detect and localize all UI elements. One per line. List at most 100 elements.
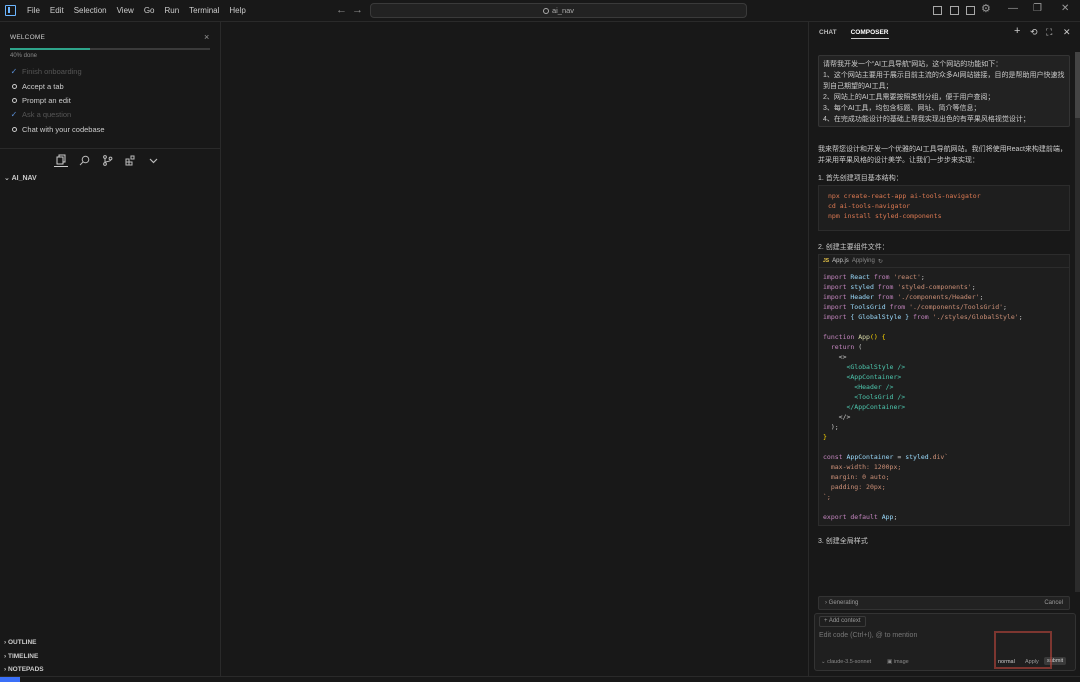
composer-input-placeholder[interactable]: Edit code (Ctrl+I), @ to mention bbox=[819, 632, 917, 639]
code-token: 'styled-components' bbox=[893, 283, 972, 291]
tab-composer[interactable]: COMPOSER bbox=[850, 29, 889, 39]
code-line: npx create-react-app ai-tools-navigator bbox=[828, 192, 981, 200]
chevron-down-icon: ⌄ bbox=[4, 175, 12, 182]
step-label: Accept a tab bbox=[22, 82, 64, 91]
title-bar: File Edit Selection View Go Run Terminal… bbox=[0, 0, 1080, 22]
menu-file[interactable]: File bbox=[22, 0, 45, 22]
app-logo-icon bbox=[5, 5, 16, 16]
history-icon[interactable]: ⟲ bbox=[1030, 27, 1038, 38]
code-token: <Header /> bbox=[823, 383, 894, 391]
code-token: import bbox=[823, 293, 847, 301]
menu-selection[interactable]: Selection bbox=[69, 0, 112, 22]
divider bbox=[0, 148, 220, 149]
assistant-intro: 我来帮您设计和开发一个优雅的AI工具导航网站。我们将使用React来构建前端，并… bbox=[818, 146, 1067, 164]
section-notepads[interactable]: › NOTEPADS bbox=[4, 666, 44, 673]
section-timeline[interactable]: › TIMELINE bbox=[4, 653, 38, 660]
step-heading: 2. 创建主要组件文件： bbox=[818, 244, 889, 251]
explorer-root-folder[interactable]: ⌄ AI_NAV bbox=[4, 174, 37, 182]
code-token: max-width: 1200px; bbox=[823, 463, 902, 471]
file-header[interactable]: JS App.js Applying ↻ bbox=[819, 255, 1069, 268]
onboarding-progress-bar bbox=[10, 48, 210, 50]
code-token: import bbox=[823, 273, 847, 281]
code-token: from bbox=[873, 273, 890, 281]
model-select[interactable]: ⌄ claude-3.5-sonnet bbox=[821, 659, 871, 665]
scrollbar-track[interactable] bbox=[1075, 52, 1080, 592]
code-token: React bbox=[846, 273, 874, 281]
command-center-search[interactable]: ai_nav bbox=[370, 3, 747, 18]
code-token: = bbox=[893, 453, 906, 461]
chevron-down-icon[interactable] bbox=[146, 153, 160, 167]
step-label: Ask a question bbox=[22, 110, 72, 119]
forward-arrow-icon[interactable]: → bbox=[352, 4, 363, 16]
step-label: Chat with your codebase bbox=[22, 125, 105, 134]
step-finish-onboarding[interactable]: ✓ Finish onboarding bbox=[10, 67, 82, 76]
code-token: </AppContainer> bbox=[823, 403, 906, 411]
code-token: from bbox=[877, 293, 894, 301]
code-token: () { bbox=[869, 333, 886, 341]
generating-label: Generating bbox=[828, 600, 859, 606]
code-token: import bbox=[823, 303, 847, 311]
workspace-name: ai_nav bbox=[551, 6, 575, 15]
code-token: .div` bbox=[928, 453, 949, 461]
step-chat-codebase[interactable]: Chat with your codebase bbox=[10, 125, 105, 134]
close-window-icon[interactable]: ✕ bbox=[1061, 3, 1069, 14]
toggle-panel-icon[interactable] bbox=[950, 6, 959, 15]
minimize-icon[interactable]: — bbox=[1008, 3, 1018, 14]
remote-indicator[interactable] bbox=[0, 677, 20, 682]
cancel-button[interactable]: Cancel bbox=[1044, 599, 1063, 608]
step-ask-question[interactable]: ✓ Ask a question bbox=[10, 110, 72, 119]
welcome-close-icon[interactable]: × bbox=[204, 32, 209, 42]
expand-icon[interactable]: ⛶ bbox=[1046, 27, 1052, 38]
step-label: Finish onboarding bbox=[22, 67, 82, 76]
back-arrow-icon[interactable]: ← bbox=[336, 4, 347, 16]
menu-help[interactable]: Help bbox=[224, 0, 250, 22]
code-token: import bbox=[823, 283, 847, 291]
code-token: <> bbox=[823, 353, 847, 361]
settings-gear-icon[interactable]: ⚙ bbox=[981, 2, 991, 15]
code-content: import React from 'react'; import styled… bbox=[819, 268, 1069, 526]
menu-go[interactable]: Go bbox=[139, 0, 160, 22]
code-token: import bbox=[823, 313, 847, 321]
image-button[interactable]: ▣ image bbox=[887, 659, 909, 665]
extensions-icon[interactable] bbox=[123, 153, 137, 167]
composer-panel: CHAT COMPOSER + ⟲ ⛶ ✕ 请帮我开发一个“AI工具导航”网站，… bbox=[808, 22, 1080, 676]
tab-chat[interactable]: CHAT bbox=[819, 29, 837, 39]
scrollbar-thumb[interactable] bbox=[1075, 52, 1080, 118]
check-icon: ✓ bbox=[10, 110, 18, 119]
js-file-icon: JS bbox=[823, 258, 830, 264]
code-token: 'react' bbox=[889, 273, 921, 281]
step-prompt-edit[interactable]: Prompt an edit bbox=[10, 96, 71, 105]
files-icon[interactable] bbox=[54, 153, 68, 167]
menu-run[interactable]: Run bbox=[159, 0, 184, 22]
new-composer-icon[interactable]: + bbox=[1014, 25, 1020, 37]
activity-icons bbox=[54, 153, 160, 167]
image-icon: ▣ bbox=[887, 659, 894, 665]
search-icon[interactable] bbox=[77, 153, 91, 167]
user-message: 请帮我开发一个“AI工具导航”网站，这个网站的功能如下： 1、这个网站主要用于展… bbox=[818, 55, 1070, 127]
code-token: from bbox=[877, 283, 894, 291]
code-token: function bbox=[823, 333, 855, 341]
code-line: npm install styled-components bbox=[828, 212, 942, 220]
user-message-line: 2、网站上的AI工具需要按照类别分组，便于用户查阅； bbox=[823, 94, 995, 101]
circle-icon bbox=[11, 127, 17, 132]
menu-terminal[interactable]: Terminal bbox=[184, 0, 224, 22]
source-control-icon[interactable] bbox=[100, 153, 114, 167]
circle-icon bbox=[11, 84, 17, 89]
menu-view[interactable]: View bbox=[112, 0, 139, 22]
code-token: ; bbox=[1003, 303, 1007, 311]
add-context-button[interactable]: + Add context bbox=[819, 616, 866, 627]
restore-icon[interactable]: ❐ bbox=[1033, 3, 1042, 14]
section-outline[interactable]: › OUTLINE bbox=[4, 639, 37, 646]
toggle-secondary-sidebar-icon[interactable] bbox=[966, 6, 975, 15]
close-panel-icon[interactable]: ✕ bbox=[1063, 27, 1071, 38]
toggle-primary-sidebar-icon[interactable] bbox=[933, 6, 942, 15]
menu-edit[interactable]: Edit bbox=[45, 0, 69, 22]
file-code-block: JS App.js Applying ↻ import React from '… bbox=[818, 254, 1070, 526]
code-token: ; bbox=[893, 513, 898, 521]
step-heading: 1. 首先创建项目基本结构： bbox=[818, 175, 903, 182]
code-token: } bbox=[823, 433, 827, 441]
code-token: ; bbox=[1018, 313, 1023, 321]
step-accept-tab[interactable]: Accept a tab bbox=[10, 82, 64, 91]
code-line: cd ai-tools-navigator bbox=[828, 202, 911, 210]
editor-area[interactable] bbox=[221, 22, 808, 676]
